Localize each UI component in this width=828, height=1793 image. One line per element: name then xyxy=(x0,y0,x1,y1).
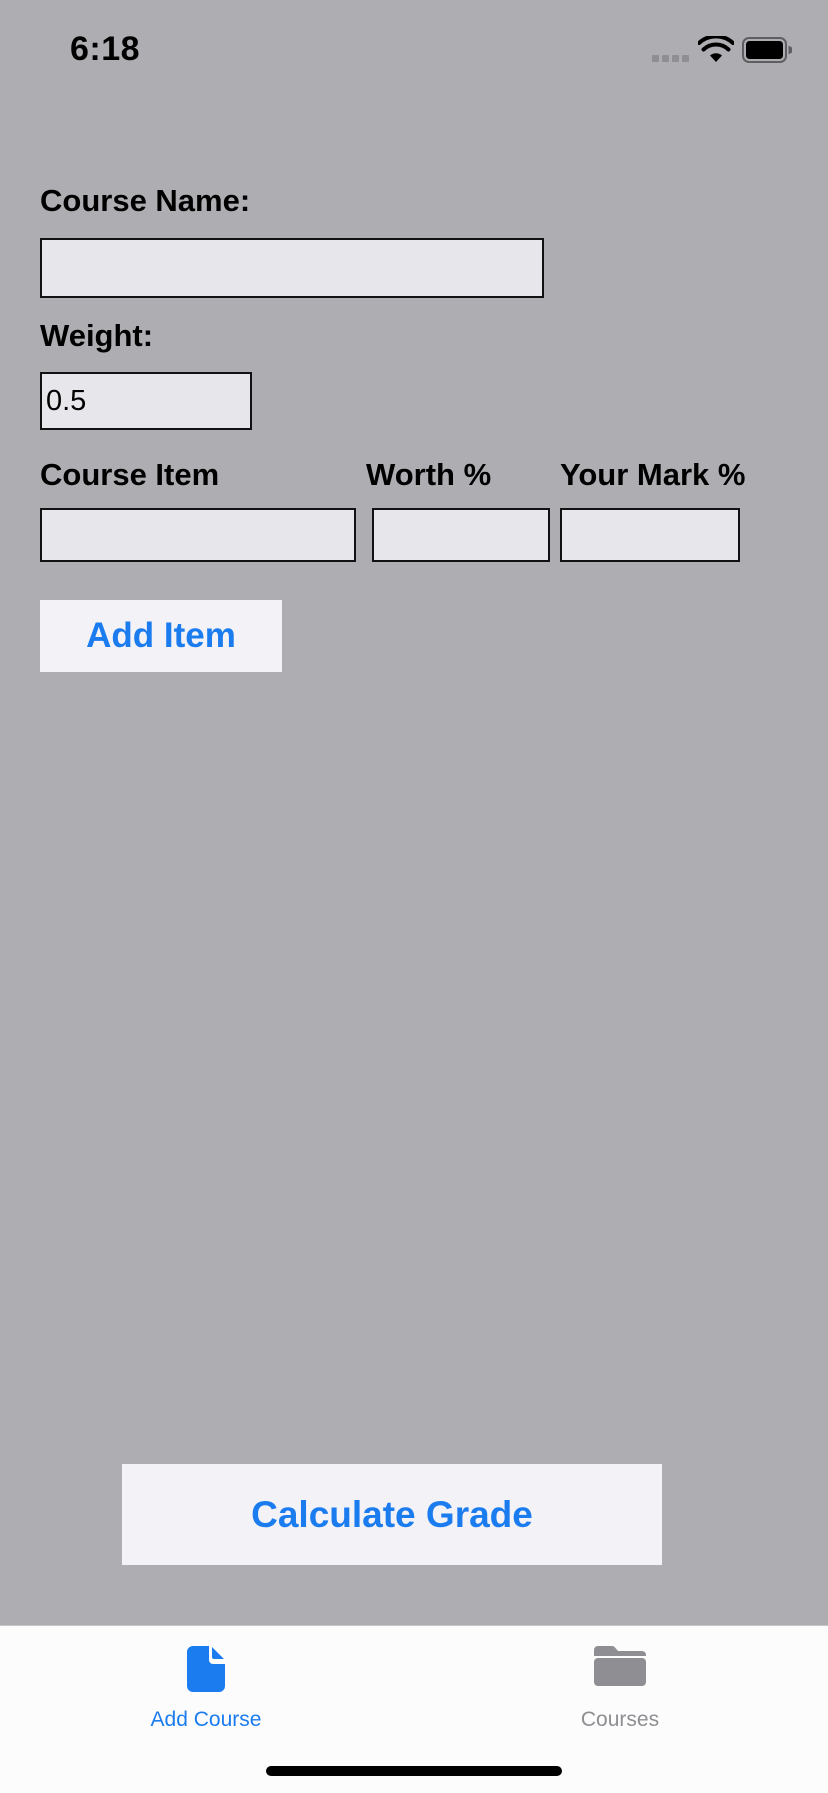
your-mark-input[interactable] xyxy=(560,508,740,562)
cellular-signal-icon xyxy=(652,55,689,62)
course-item-input[interactable] xyxy=(40,508,356,562)
wifi-icon xyxy=(698,36,734,62)
tab-add-course[interactable]: Add Course xyxy=(96,1626,316,1736)
battery-icon xyxy=(742,37,792,63)
calculate-grade-button[interactable]: Calculate Grade xyxy=(122,1464,662,1565)
course-name-label: Course Name: xyxy=(40,183,251,218)
home-indicator xyxy=(266,1766,562,1776)
course-name-input[interactable] xyxy=(40,238,544,298)
course-item-label: Course Item xyxy=(40,457,220,492)
status-time: 6:18 xyxy=(70,30,141,68)
tab-add-course-label: Add Course xyxy=(150,1708,262,1731)
weight-label: Weight: xyxy=(40,318,154,353)
document-icon xyxy=(187,1646,225,1692)
add-item-button[interactable]: Add Item xyxy=(40,600,282,672)
status-bar: 6:18 xyxy=(0,0,828,100)
worth-label: Worth % xyxy=(366,457,492,492)
folder-icon xyxy=(594,1646,646,1686)
tab-courses[interactable]: Courses xyxy=(510,1626,730,1736)
tab-courses-label: Courses xyxy=(580,1708,660,1731)
weight-input[interactable] xyxy=(40,372,252,430)
worth-input[interactable] xyxy=(372,508,550,562)
your-mark-label: Your Mark % xyxy=(560,457,746,492)
